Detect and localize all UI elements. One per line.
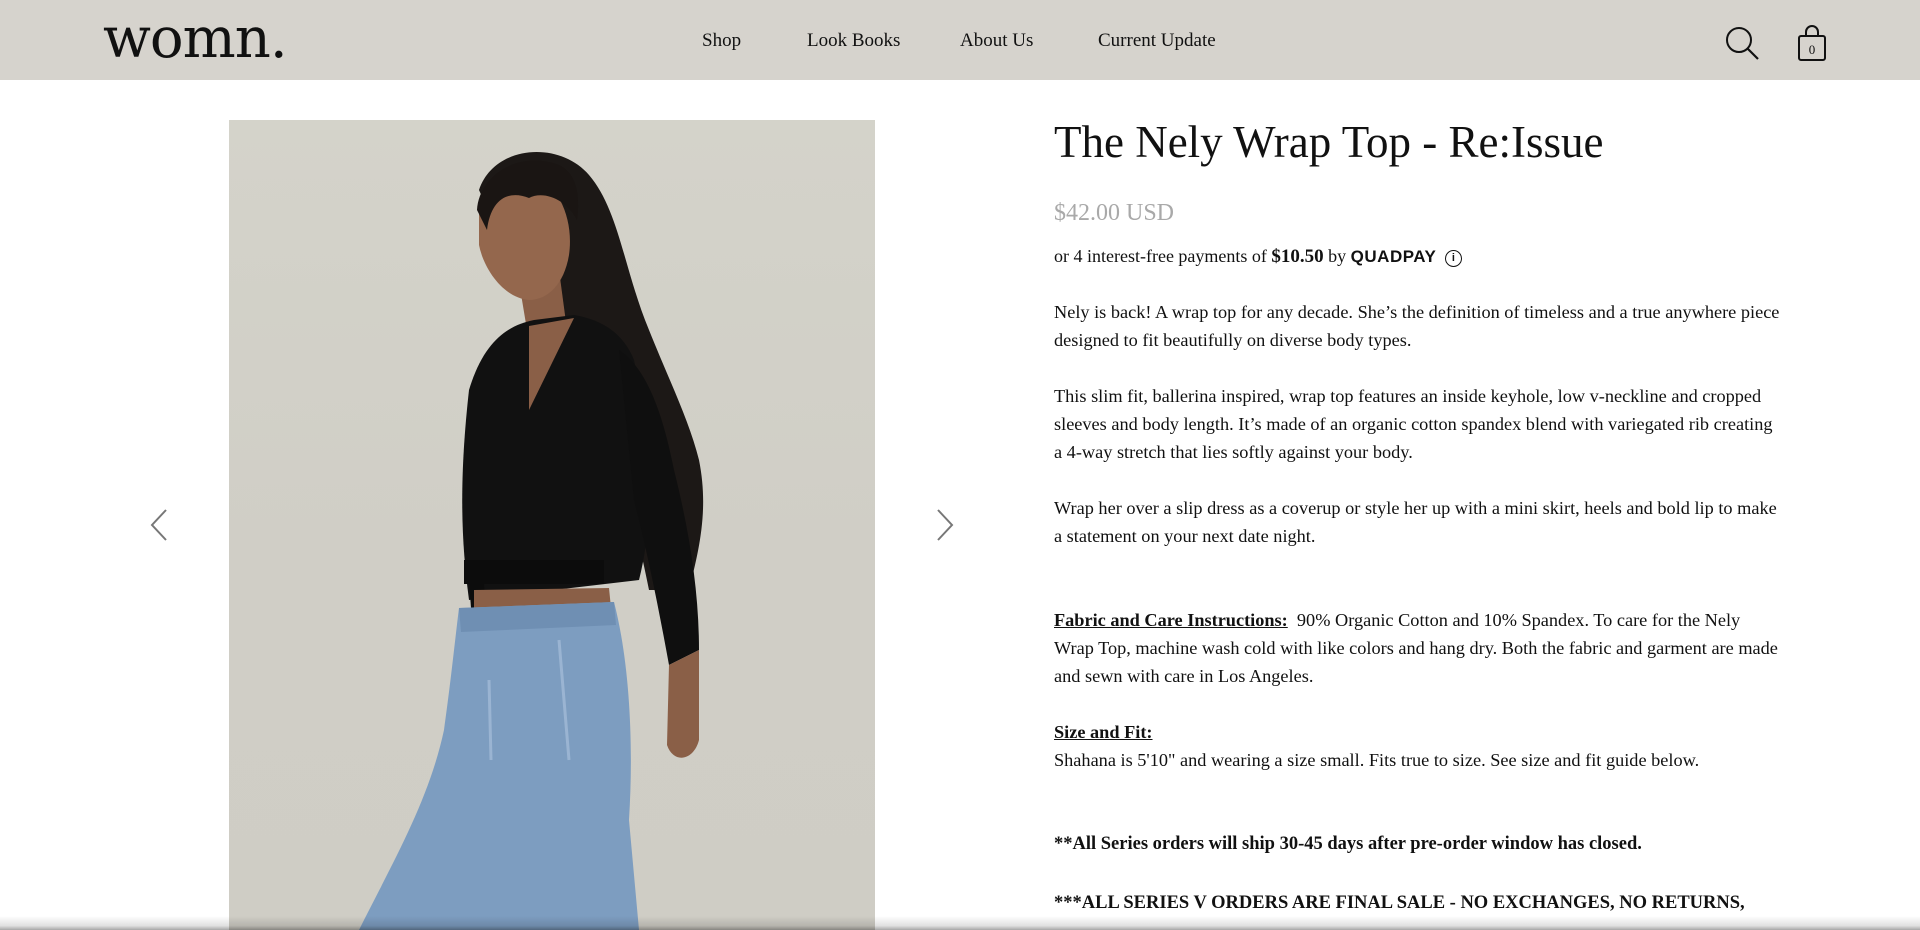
site-header: womn. Shop Look Books About Us Current U… — [0, 0, 1920, 80]
chevron-right-icon[interactable] — [934, 508, 956, 542]
quadpay-installments: or 4 interest-free payments of $10.50 by… — [1054, 246, 1462, 268]
nav-look-books[interactable]: Look Books — [807, 30, 900, 52]
size-fit-heading: Size and Fit: — [1054, 722, 1153, 742]
fabric-care-heading: Fabric and Care Instructions: — [1054, 610, 1288, 630]
info-icon[interactable]: i — [1444, 250, 1462, 267]
fabric-care-section: Fabric and Care Instructions: 90% Organi… — [1054, 606, 1784, 690]
quadpay-logo: QUADPAY — [1350, 247, 1437, 266]
product-price: $42.00 USD — [1054, 200, 1175, 226]
quadpay-by: by — [1328, 246, 1347, 266]
chevron-left-icon[interactable] — [148, 508, 170, 542]
shopping-bag-icon[interactable]: 0 — [1796, 24, 1828, 62]
shipping-notice: **All Series orders will ship 30-45 days… — [1054, 834, 1642, 854]
nav-current-update[interactable]: Current Update — [1098, 30, 1216, 52]
nav-shop[interactable]: Shop — [702, 30, 741, 52]
cart-count: 0 — [1808, 42, 1816, 57]
nav-about-us[interactable]: About Us — [960, 30, 1033, 52]
description-paragraph: Nely is back! A wrap top for any decade.… — [1054, 302, 1780, 350]
description-paragraph: This slim fit, ballerina inspired, wrap … — [1054, 386, 1773, 462]
quadpay-amount: $10.50 — [1271, 246, 1324, 267]
product-image — [229, 120, 875, 930]
main-nav: Shop Look Books About Us Current Update — [0, 0, 1920, 80]
size-fit-section: Size and Fit: Shahana is 5'10" and wearin… — [1054, 718, 1784, 774]
size-fit-text: Shahana is 5'10" and wearing a size smal… — [1054, 750, 1700, 770]
final-sale-notice: ***ALL SERIES V ORDERS ARE FINAL SALE - … — [1054, 893, 1745, 913]
quadpay-prefix: or 4 interest-free payments of — [1054, 246, 1267, 266]
product-title: The Nely Wrap Top - Re:Issue — [1054, 117, 1604, 167]
search-icon[interactable] — [1724, 25, 1760, 61]
description-paragraph: Wrap her over a slip dress as a coverup … — [1054, 498, 1777, 546]
